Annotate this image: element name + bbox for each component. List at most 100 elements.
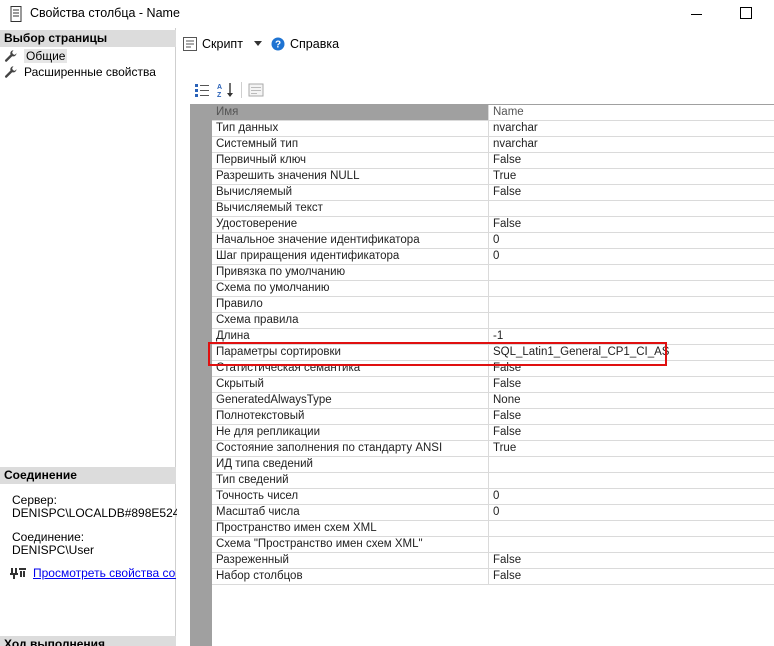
property-value[interactable]: False [490, 377, 774, 392]
property-value[interactable]: nvarchar [490, 137, 774, 152]
grid-row[interactable]: Шаг приращения идентификатора 0 [212, 249, 774, 265]
property-value[interactable]: False [490, 217, 774, 232]
property-name: Набор столбцов [212, 569, 489, 584]
svg-text:A: A [217, 84, 222, 91]
property-value[interactable]: False [490, 185, 774, 200]
property-name: Точность чисел [212, 489, 489, 504]
property-name: Первичный ключ [212, 153, 489, 168]
select-page-header: Выбор страницы [0, 30, 176, 47]
property-value[interactable]: 0 [490, 249, 774, 264]
grid-row[interactable]: Длина -1 [212, 329, 774, 345]
property-value[interactable]: True [490, 441, 774, 456]
maximize-button[interactable] [722, 0, 768, 28]
property-value[interactable]: 0 [490, 233, 774, 248]
grid-row[interactable]: Состояние заполнения по стандарту ANSI Tr… [212, 441, 774, 457]
property-value[interactable]: nvarchar [490, 121, 774, 136]
page-item-extended-properties[interactable]: Расширенные свойства [4, 64, 156, 80]
property-name: Привязка по умолчанию [212, 265, 489, 280]
connection-header: Соединение [0, 467, 176, 484]
grid-row[interactable]: Вычисляемый текст [212, 201, 774, 217]
property-value[interactable] [490, 473, 774, 488]
grid-row[interactable]: Вычисляемый False [212, 185, 774, 201]
help-button[interactable]: ? Справка [271, 37, 339, 51]
property-value[interactable] [490, 457, 774, 472]
property-value[interactable]: False [490, 425, 774, 440]
property-value[interactable]: 0 [490, 505, 774, 520]
grid-row[interactable]: Разреженный False [212, 553, 774, 569]
grid-row[interactable]: Точность чисел 0 [212, 489, 774, 505]
main-area: Скрипт ? Справка A Z Имя Name Тип данных… [177, 28, 774, 646]
property-name: Тип данных [212, 121, 489, 136]
property-name: Разреженный [212, 553, 489, 568]
grid-row[interactable]: Схема по умолчанию [212, 281, 774, 297]
grid-row[interactable]: Набор столбцов False [212, 569, 774, 585]
grid-row[interactable]: Первичный ключ False [212, 153, 774, 169]
title-bar: Свойства столбца - Name [0, 0, 774, 28]
server-value: DENISPC\LOCALDB#898E5241 [12, 506, 187, 520]
property-value[interactable]: True [490, 169, 774, 184]
progress-header: Ход выполнения [0, 636, 176, 646]
property-name: Схема "Пространство имен схем XML" [212, 537, 489, 552]
property-value[interactable] [490, 265, 774, 280]
property-value[interactable] [490, 281, 774, 296]
property-value[interactable]: False [490, 153, 774, 168]
property-value[interactable] [490, 313, 774, 328]
grid-row[interactable]: Привязка по умолчанию [212, 265, 774, 281]
property-value[interactable]: 0 [490, 489, 774, 504]
property-value[interactable]: None [490, 393, 774, 408]
property-value[interactable]: Name [490, 105, 774, 120]
property-grid-toolbar: A Z [193, 80, 269, 100]
grid-row[interactable]: Начальное значение идентификатора 0 [212, 233, 774, 249]
property-name: Масштаб числа [212, 505, 489, 520]
grid-row[interactable]: Схема правила [212, 313, 774, 329]
property-value[interactable]: False [490, 409, 774, 424]
grid-row[interactable]: Системный тип nvarchar [212, 137, 774, 153]
grid-row[interactable]: Разрешить значения NULL True [212, 169, 774, 185]
property-name: Не для репликации [212, 425, 489, 440]
property-name: GeneratedAlwaysType [212, 393, 489, 408]
property-name: Пространство имен схем XML [212, 521, 489, 536]
script-dropdown-arrow[interactable] [254, 41, 262, 46]
grid-row[interactable]: Полнотекстовый False [212, 409, 774, 425]
property-value[interactable]: False [490, 569, 774, 584]
help-icon: ? [271, 37, 285, 51]
script-button[interactable]: Скрипт [183, 37, 243, 51]
grid-row[interactable]: Правило [212, 297, 774, 313]
property-name: Длина [212, 329, 489, 344]
grid-row[interactable]: Пространство имен схем XML [212, 521, 774, 537]
property-name: Схема правила [212, 313, 489, 328]
property-value[interactable] [490, 297, 774, 312]
sort-alphabetical-icon[interactable]: A Z [216, 81, 236, 99]
property-value[interactable]: False [490, 361, 774, 376]
page-item-label: Расширенные свойства [24, 65, 156, 79]
grid-row[interactable]: Скрытый False [212, 377, 774, 393]
grid-row[interactable]: Удостоверение False [212, 217, 774, 233]
property-value[interactable]: -1 [490, 329, 774, 344]
property-name: Начальное значение идентификатора [212, 233, 489, 248]
grid-row[interactable]: Масштаб числа 0 [212, 505, 774, 521]
grid-row[interactable]: Схема "Пространство имен схем XML" [212, 537, 774, 553]
script-icon [183, 37, 197, 51]
grid-row[interactable]: Не для репликации False [212, 425, 774, 441]
property-value[interactable]: False [490, 553, 774, 568]
view-connection-properties-link[interactable]: Просмотреть свойства соед [10, 566, 176, 580]
property-value[interactable] [490, 201, 774, 216]
view-link-text[interactable]: Просмотреть свойства соед [33, 566, 176, 580]
property-pages-icon[interactable] [246, 81, 266, 99]
grid-row[interactable]: Параметры сортировки SQL_Latin1_General_C… [212, 345, 774, 361]
grid-row[interactable]: Тип сведений [212, 473, 774, 489]
property-value[interactable]: SQL_Latin1_General_CP1_CI_AS [490, 345, 774, 360]
property-value[interactable] [490, 521, 774, 536]
page-item-general[interactable]: Общие [4, 48, 68, 64]
property-value[interactable] [490, 537, 774, 552]
grid-row[interactable]: Статистическая семантика False [212, 361, 774, 377]
grid-row[interactable]: GeneratedAlwaysType None [212, 393, 774, 409]
minimize-button[interactable] [674, 0, 720, 28]
grid-row[interactable]: ИД типа сведений [212, 457, 774, 473]
categorized-icon[interactable] [193, 81, 213, 99]
grid-row-name[interactable]: Имя Name [212, 105, 774, 121]
property-name: Состояние заполнения по стандарту ANSI [212, 441, 489, 456]
property-name: Статистическая семантика [212, 361, 489, 376]
grid-row[interactable]: Тип данных nvarchar [212, 121, 774, 137]
script-label: Скрипт [202, 37, 243, 51]
